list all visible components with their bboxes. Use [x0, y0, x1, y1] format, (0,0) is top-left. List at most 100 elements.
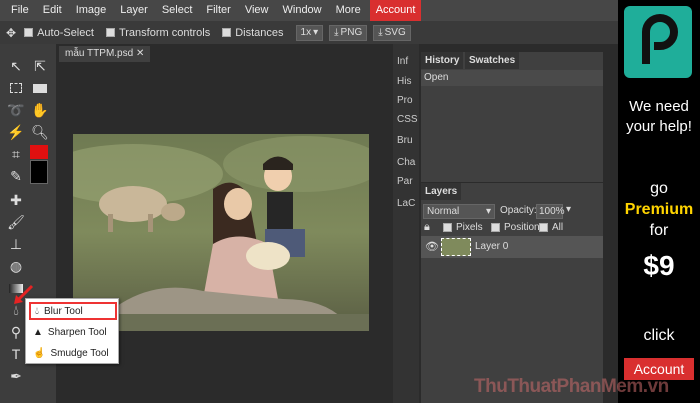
menu-window[interactable]: Window	[276, 0, 329, 21]
transform-checkbox[interactable]	[105, 28, 115, 37]
healing-tool-icon[interactable]: ✚	[4, 190, 28, 210]
chevron-down-icon: ▾	[313, 27, 319, 38]
crop-tool-icon[interactable]: ⌗	[4, 144, 28, 164]
lock-pixels-option[interactable]: Pixels	[443, 222, 483, 233]
lock-all-label: All	[552, 222, 564, 233]
export-svg-button[interactable]: ⤓ SVG	[373, 24, 411, 41]
wand-tool-icon[interactable]: ⚡	[4, 122, 28, 142]
sharpen-tool-label: Sharpen Tool	[47, 326, 107, 338]
document-tab-label: mẫu TTPM.psd	[65, 48, 134, 59]
chevron-down-icon: ▾	[485, 206, 491, 217]
distances-label: Distances	[235, 26, 284, 39]
svg-label: SVG	[384, 27, 406, 38]
history-item[interactable]: Open	[421, 70, 603, 86]
nav-properties[interactable]: Pro	[397, 95, 413, 106]
transform-option[interactable]: Transform controls	[105, 26, 211, 39]
foreground-color-swatch[interactable]	[30, 145, 48, 159]
menu-file[interactable]: File	[4, 0, 36, 21]
background-color-swatch[interactable]	[30, 160, 48, 184]
menu-bar: File Edit Image Layer Select Filter View…	[0, 0, 618, 21]
ad-line1: We need	[629, 98, 689, 115]
document-tab[interactable]: mẫu TTPM.psd ✕	[59, 46, 151, 62]
finger-icon: ☝	[33, 347, 46, 359]
ad-banner[interactable]: We need your help! go Premium for $9 cli…	[618, 0, 700, 403]
ad-premium: Premium	[624, 201, 694, 218]
menu-select[interactable]: Select	[155, 0, 200, 21]
nav-history[interactable]: His	[397, 76, 411, 87]
nav-character[interactable]: Cha	[397, 157, 415, 168]
sharpen-tool-item[interactable]: ▲ Sharpen Tool	[29, 323, 117, 341]
menu-edit[interactable]: Edit	[36, 0, 69, 21]
menu-image[interactable]: Image	[69, 0, 114, 21]
auto-select-label: Auto-Select	[37, 26, 94, 39]
opacity-label: Opacity:	[500, 205, 537, 216]
blur-tool-label: Blur Tool	[44, 305, 83, 317]
layers-panel: Layers Normal ▾ Opacity: 100% ▾ 🔒︎ Pixels…	[421, 183, 603, 403]
blend-mode-select[interactable]: Normal ▾	[423, 204, 495, 219]
lasso-tool-icon[interactable]: ➰	[4, 100, 28, 120]
menu-filter[interactable]: Filter	[199, 0, 237, 21]
marquee-tool-icon[interactable]	[4, 78, 28, 98]
auto-select-option[interactable]: Auto-Select	[24, 27, 94, 39]
select-tool-icon[interactable]: ⇱	[28, 56, 52, 76]
move-tool-icon: ✥	[6, 25, 17, 40]
lock-position-label: Position	[504, 222, 540, 233]
eye-icon[interactable]: 👁︎	[425, 240, 439, 253]
menu-account[interactable]: Account	[369, 0, 422, 21]
menu-view[interactable]: View	[238, 0, 276, 21]
nav-paragraph[interactable]: Par	[397, 176, 413, 187]
distances-checkbox[interactable]	[222, 28, 232, 37]
menu-layer[interactable]: Layer	[113, 0, 155, 21]
eraser-tool-icon[interactable]: ◍	[4, 256, 28, 276]
zoom-tool-icon[interactable]: 🔍︎	[28, 122, 52, 142]
tab-swatches[interactable]: Swatches	[465, 52, 520, 69]
smudge-tool-item[interactable]: ☝ Smudge Tool	[29, 344, 117, 362]
transform-label: Transform controls	[118, 26, 211, 39]
opacity-input[interactable]: 100%	[536, 204, 565, 219]
distances-option[interactable]: Distances	[222, 26, 284, 39]
download-icon: ⤓	[378, 27, 383, 38]
ad-line2: your help!	[626, 118, 692, 135]
panel-nav: Inf His Pro CSS Bru Cha Par LaC	[393, 44, 419, 403]
tool-flyout-menu: 💧︎ Blur Tool ▲ Sharpen Tool ☝ Smudge Tool	[25, 298, 119, 364]
export-png-button[interactable]: ⤓ PNG	[329, 24, 368, 41]
watermark: ThuThuatPhanMem.vn	[474, 376, 669, 397]
tab-layers[interactable]: Layers	[421, 183, 462, 200]
ad-for: for	[649, 222, 669, 239]
layer-row[interactable]: 👁︎ Layer 0	[421, 236, 603, 258]
triangle-icon: ▲	[33, 326, 43, 338]
nav-layer-comps[interactable]: LaC	[397, 198, 415, 209]
lock-all-option[interactable]: All	[539, 222, 563, 233]
nav-css[interactable]: CSS	[397, 114, 418, 125]
stamp-tool-icon[interactable]: ⊥	[4, 234, 28, 254]
hand-tool-icon[interactable]: ✋	[28, 100, 52, 120]
blur-tool-item[interactable]: 💧︎ Blur Tool	[29, 302, 117, 320]
pen-tool-icon[interactable]: ✒	[4, 366, 28, 386]
lock-position-checkbox[interactable]	[491, 223, 500, 232]
download-icon: ⤓	[334, 27, 339, 38]
lock-all-checkbox[interactable]	[539, 223, 548, 232]
nav-brush[interactable]: Bru	[397, 135, 413, 146]
menu-more[interactable]: More	[329, 0, 368, 21]
move-tool-icon[interactable]: ↖	[4, 56, 28, 76]
nav-info[interactable]: Inf	[397, 56, 408, 67]
layer-thumbnail	[441, 238, 471, 256]
zoom-select[interactable]: 1x ▾	[295, 24, 324, 41]
png-label: PNG	[340, 27, 363, 38]
lock-pixels-checkbox[interactable]	[443, 223, 452, 232]
history-panel: History Swatches Open	[421, 52, 603, 182]
app-logo	[624, 6, 692, 78]
lock-position-option[interactable]: Position	[491, 222, 540, 233]
ad-price: $9	[643, 250, 675, 281]
p-logo-icon	[642, 14, 678, 64]
rectangle-tool-icon[interactable]	[28, 78, 52, 98]
brush-tool-icon[interactable]: 🖌︎	[4, 212, 28, 232]
blend-mode-value: Normal	[427, 206, 460, 217]
eyedropper-tool-icon[interactable]: ✎	[4, 166, 28, 186]
document-tabs: mẫu TTPM.psd ✕	[59, 46, 390, 62]
auto-select-checkbox[interactable]	[24, 28, 34, 37]
close-icon[interactable]: ✕	[136, 48, 144, 59]
ad-go: go	[650, 180, 668, 197]
tab-history[interactable]: History	[421, 52, 464, 69]
opacity-dropdown-icon[interactable]: ▾	[566, 204, 571, 215]
